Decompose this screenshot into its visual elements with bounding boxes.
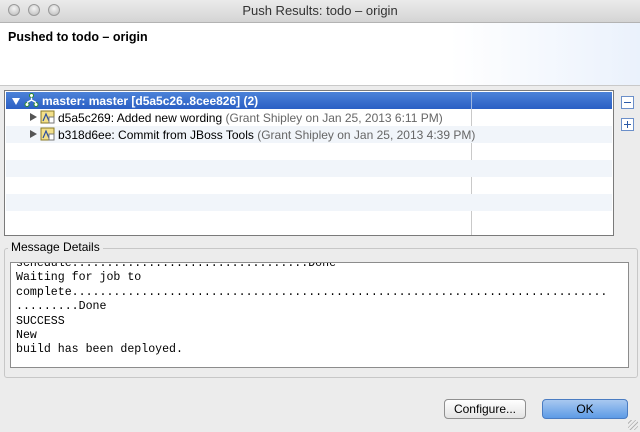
dialog-header: Pushed to todo – origin bbox=[0, 23, 640, 86]
disclosure-triangle-icon[interactable] bbox=[12, 98, 20, 105]
commit-message: d5a5c269: Added new wording bbox=[58, 111, 223, 125]
title-bar: Push Results: todo – origin bbox=[0, 0, 640, 23]
push-results-tree: master: master [d5a5c26..8cee826] (2) d5… bbox=[4, 90, 614, 236]
commit-icon bbox=[40, 110, 55, 124]
push-results-window: Push Results: todo – origin Pushed to to… bbox=[0, 0, 640, 432]
branch-icon bbox=[24, 93, 39, 107]
message-details-text: schedule................................… bbox=[16, 262, 608, 357]
commit-meta: (Grant Shipley on Jan 25, 2013 4:39 PM) bbox=[257, 128, 476, 142]
commit-icon bbox=[40, 127, 55, 141]
tree-row-commit[interactable]: d5a5c269: Added new wording (Grant Shipl… bbox=[6, 109, 612, 126]
tree-row-commit[interactable]: b318d6ee: Commit from JBoss Tools (Grant… bbox=[6, 126, 612, 143]
expand-all-icon[interactable] bbox=[621, 118, 634, 131]
tree-row-empty bbox=[6, 211, 612, 228]
message-details-label: Message Details bbox=[8, 240, 103, 254]
tree-row-empty bbox=[6, 194, 612, 211]
disclosure-triangle-icon[interactable] bbox=[30, 113, 37, 121]
tree-row-branch[interactable]: master: master [d5a5c26..8cee826] (2) bbox=[6, 92, 612, 109]
tree-row-empty bbox=[6, 177, 612, 194]
disclosure-triangle-icon[interactable] bbox=[30, 130, 37, 138]
message-details-text-area[interactable]: schedule................................… bbox=[10, 262, 629, 368]
collapse-all-icon[interactable] bbox=[621, 96, 634, 109]
ok-button[interactable]: OK bbox=[542, 399, 628, 419]
tree-row-empty bbox=[6, 160, 612, 177]
branch-label: master: master [d5a5c26..8cee826] (2) bbox=[42, 94, 259, 108]
commit-message: b318d6ee: Commit from JBoss Tools bbox=[58, 128, 254, 142]
window-title: Push Results: todo – origin bbox=[242, 3, 398, 18]
header-title: Pushed to todo – origin bbox=[8, 30, 148, 44]
configure-button[interactable]: Configure... bbox=[444, 399, 526, 419]
resize-grip-icon[interactable] bbox=[628, 420, 638, 430]
commit-meta: (Grant Shipley on Jan 25, 2013 6:11 PM) bbox=[225, 111, 443, 125]
tree-row-empty bbox=[6, 143, 612, 160]
